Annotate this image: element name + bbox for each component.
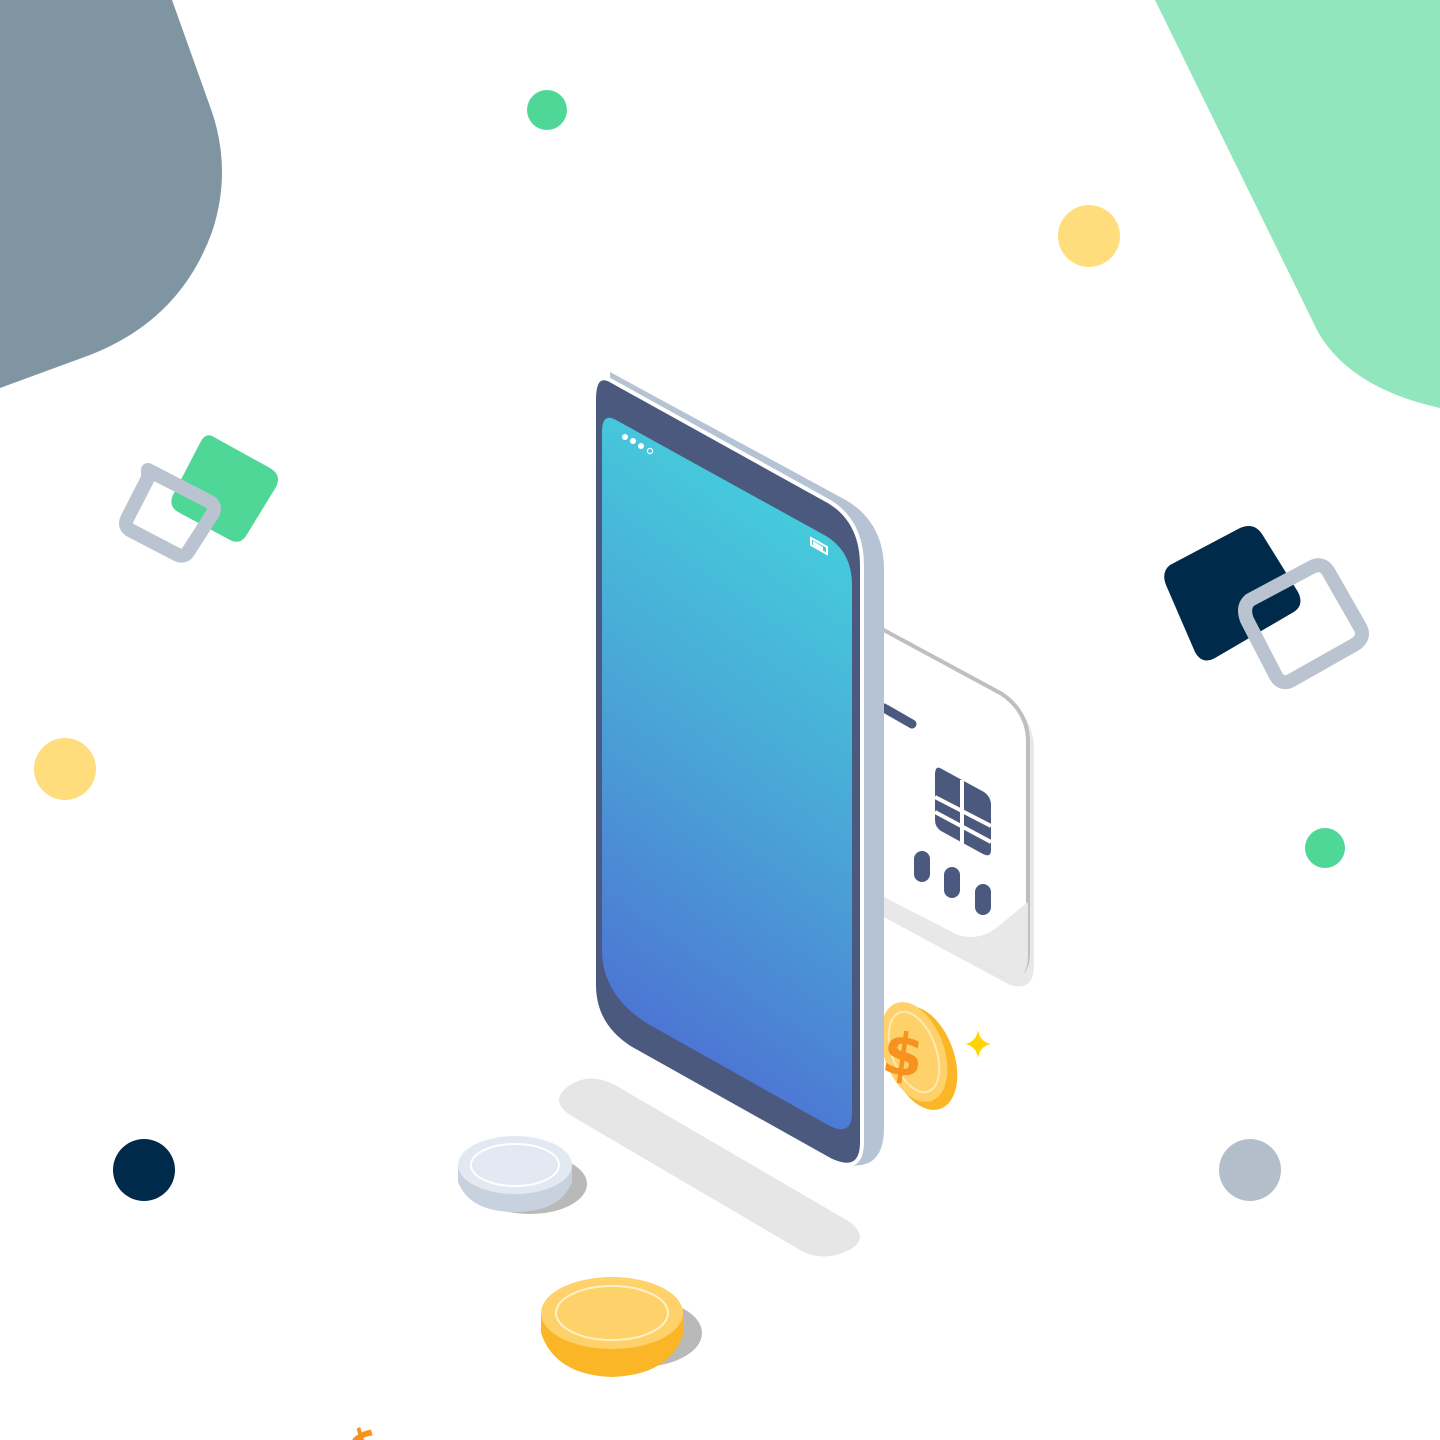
dollar-sign-icon-flat: $ xyxy=(341,1411,388,1440)
yellow-dot-left xyxy=(34,738,96,800)
gold-coin-flat: $ xyxy=(341,1277,702,1440)
navy-dot-bottom-left xyxy=(113,1139,175,1201)
sparkle-icon xyxy=(965,1030,991,1058)
gray-dot-bottom-right xyxy=(1219,1139,1281,1201)
green-dot-top xyxy=(527,90,567,130)
card-dash-2 xyxy=(944,867,960,898)
left-square-cluster xyxy=(119,435,278,563)
silver-coin xyxy=(458,1136,587,1214)
navy-diamond-square xyxy=(1164,526,1301,661)
card-dash-1 xyxy=(914,851,930,882)
credit-card xyxy=(878,624,1034,987)
payment-illustration: $ $ xyxy=(0,0,1440,1440)
mint-corner-blob xyxy=(1155,0,1440,408)
yellow-dot-top-right xyxy=(1058,205,1120,267)
right-square-cluster xyxy=(1164,526,1369,690)
green-dot-right xyxy=(1305,828,1345,868)
smartphone xyxy=(592,372,884,1167)
slate-corner-blob xyxy=(0,0,222,388)
card-dash-3 xyxy=(975,884,991,915)
